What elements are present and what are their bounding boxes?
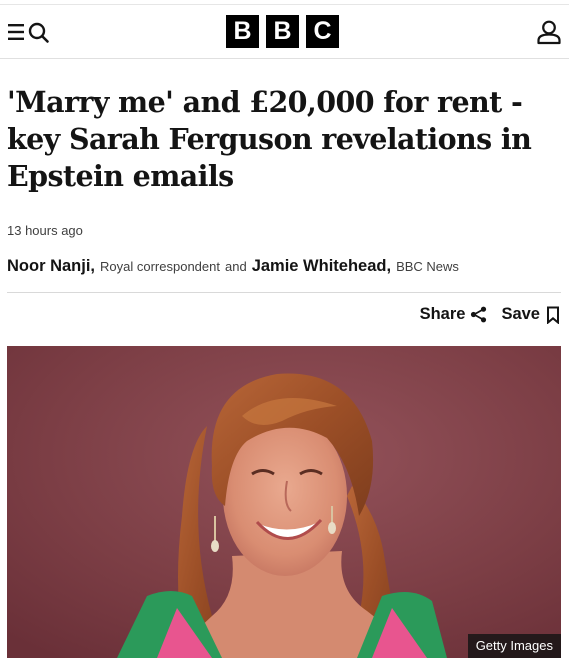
article-timestamp: 13 hours ago [7,223,83,238]
bookmark-icon [547,306,559,324]
site-header: B B C [0,5,569,59]
menu-icon [8,22,49,43]
search-icon [28,22,49,43]
logo-letter: B [266,15,299,48]
account-icon [537,20,561,45]
article-headline: 'Marry me' and £20,000 for rent - key Sa… [7,85,532,193]
share-label: Share [419,305,466,323]
author-name: Jamie Whitehead, [251,257,392,275]
image-credit: Getty Images [467,634,561,658]
hero-image: Getty Images [7,346,561,658]
article-actions: Share Save [420,305,561,324]
menu-search-button[interactable] [7,19,53,45]
logo-letter: C [306,15,339,48]
byline: Noor Nanji, Royal correspondent and Jami… [7,257,459,276]
byline-conjunction: and [224,259,247,274]
logo-letter: B [226,15,259,48]
author-name: Noor Nanji, [7,257,96,275]
portrait-illustration [7,346,561,658]
save-label: Save [501,305,540,323]
share-button[interactable]: Share [420,305,488,324]
save-button[interactable]: Save [501,305,561,324]
author-role: Royal correspondent [100,259,220,274]
share-icon [471,306,487,323]
author-role: BBC News [396,259,459,274]
bbc-logo[interactable]: B B C [226,15,339,49]
account-button[interactable] [536,19,562,45]
byline-divider [7,292,561,293]
